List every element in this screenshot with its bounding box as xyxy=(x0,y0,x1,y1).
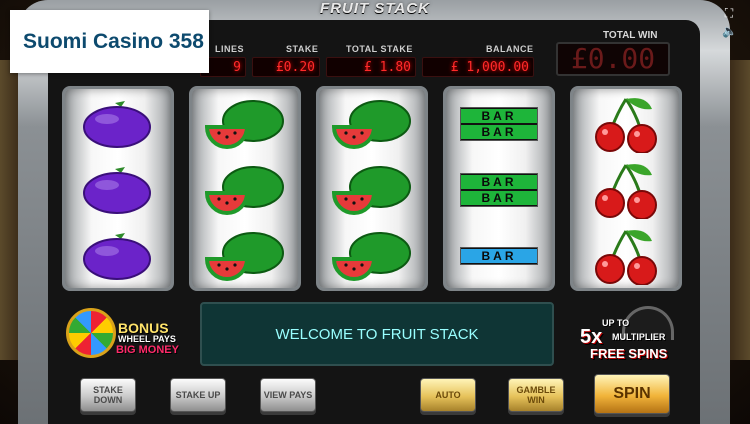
total-stake-label: TOTAL STAKE xyxy=(346,44,413,54)
reels-area: BAR BAR BAR BAR BAR xyxy=(62,86,687,296)
stats-bar: LINES 9 STAKE £0.20 TOTAL STAKE £ 1.80 B… xyxy=(200,40,540,78)
bonus-money: BIG MONEY xyxy=(116,344,179,356)
multiplier-badge: UP TO 5x MULTIPLIER FREE SPINS xyxy=(578,306,688,366)
balance-value: £ 1,000.00 xyxy=(422,57,534,77)
cherry-icon xyxy=(573,91,679,157)
site-brand: Suomi Casino 358 xyxy=(10,10,209,73)
single-bar-symbol: BAR xyxy=(446,223,552,289)
multiplier-label: MULTIPLIER xyxy=(612,332,666,342)
watermelon-icon xyxy=(319,223,425,289)
plum-icon xyxy=(65,223,171,289)
bar-label: BAR xyxy=(461,191,537,205)
stake-label: STAKE xyxy=(286,44,319,54)
view-pays-button[interactable]: VIEW PAYS xyxy=(260,378,316,412)
bar-label: BAR xyxy=(461,109,537,123)
game-stage: FRUIT STACK ⛶ 🔈 LINES 9 STAKE £0.20 TOTA… xyxy=(0,0,750,424)
reel-4: BAR BAR BAR BAR BAR xyxy=(443,86,555,291)
lines-label: LINES xyxy=(215,44,245,54)
reel-2 xyxy=(189,86,301,291)
speaker-icon[interactable]: 🔈 xyxy=(722,24,737,38)
cherry-icon xyxy=(573,157,679,223)
gamble-win-button[interactable]: GAMBLE WIN xyxy=(508,378,564,412)
bonus-wheel-badge: BONUS WHEEL PAYS BIG MONEY xyxy=(66,308,186,364)
stake-down-button[interactable]: STAKE DOWN xyxy=(80,378,136,412)
cherry-icon xyxy=(573,223,679,289)
game-title: FRUIT STACK xyxy=(320,0,430,17)
bonus-wheel-icon xyxy=(66,308,116,358)
fullscreen-icon[interactable]: ⛶ xyxy=(722,6,736,20)
balance-label: BALANCE xyxy=(486,44,534,54)
bar-label: BAR xyxy=(461,125,537,139)
total-win-label: TOTAL WIN xyxy=(603,30,658,41)
reel-3 xyxy=(316,86,428,291)
reel-5 xyxy=(570,86,682,291)
reel-1 xyxy=(62,86,174,291)
bar-label: BAR xyxy=(461,249,537,263)
bar-label: BAR xyxy=(461,175,537,189)
total-stake-value: £ 1.80 xyxy=(326,57,416,77)
total-win-display: £0.00 xyxy=(556,42,670,76)
plum-icon xyxy=(65,157,171,223)
plum-icon xyxy=(65,91,171,157)
control-buttons: STAKE DOWN STAKE UP VIEW PAYS AUTO GAMBL… xyxy=(40,372,710,424)
auto-button[interactable]: AUTO xyxy=(420,378,476,412)
double-bar-symbol: BAR BAR xyxy=(446,91,552,157)
free-spins-label: FREE SPINS xyxy=(590,346,668,361)
double-bar-symbol: BAR BAR xyxy=(446,157,552,223)
stake-up-button[interactable]: STAKE UP xyxy=(170,378,226,412)
multiplier-upto: UP TO xyxy=(602,318,630,328)
watermelon-icon xyxy=(192,157,298,223)
watermelon-icon xyxy=(319,157,425,223)
watermelon-icon xyxy=(319,91,425,157)
bonus-subtitle: WHEEL PAYS xyxy=(118,334,176,344)
watermelon-icon xyxy=(192,223,298,289)
message-display: WELCOME TO FRUIT STACK xyxy=(200,302,554,366)
spin-button[interactable]: SPIN xyxy=(594,374,670,414)
watermelon-icon xyxy=(192,91,298,157)
stake-value: £0.20 xyxy=(252,57,320,77)
